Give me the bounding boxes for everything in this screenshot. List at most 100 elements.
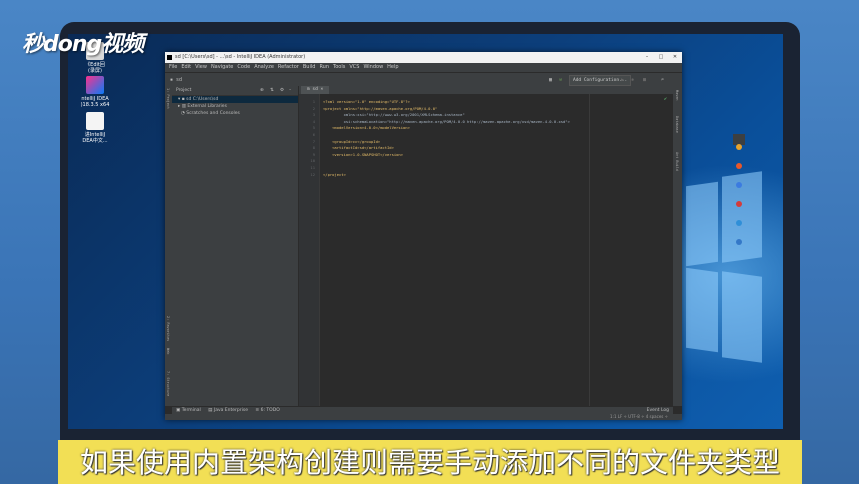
line-number: 9 bbox=[312, 151, 315, 157]
tab-favorites[interactable]: 2: Favorites bbox=[166, 316, 170, 341]
code-line: <?xml version="1.0" encoding="UTF-8"?> bbox=[323, 99, 410, 104]
status-info[interactable]: 1:1 LF ÷ UTF-8 ÷ 4 spaces ÷ bbox=[610, 414, 668, 420]
editor-tab[interactable]: m sd × bbox=[301, 86, 330, 94]
tab-structure[interactable]: 7: Structure bbox=[166, 371, 170, 396]
ie-icon[interactable] bbox=[736, 220, 742, 226]
terminal-icon: ▣ bbox=[176, 408, 181, 413]
collapse-icon[interactable]: ⇅ bbox=[270, 86, 274, 95]
build-icon[interactable]: ▦ bbox=[549, 73, 552, 87]
line-number-gutter: 1 2 3 4 5 6 7 8 9 10 11 12 bbox=[299, 94, 320, 406]
tree-item-external-libraries[interactable]: ▸ ▥ External Libraries bbox=[172, 103, 298, 110]
menu-item-edit[interactable]: Edit bbox=[181, 64, 191, 70]
tab-ant-build[interactable]: Ant Build bbox=[675, 152, 679, 171]
tree-item-scratches[interactable]: ◔ Scratches and Consoles bbox=[172, 110, 298, 117]
close-icon[interactable]: ✕ bbox=[668, 52, 682, 63]
editor-tab-bar: m sd × bbox=[299, 86, 673, 94]
firefox-icon[interactable] bbox=[736, 163, 742, 169]
menu-item-window[interactable]: Window bbox=[363, 64, 383, 70]
desktop-icon-intellij[interactable]: ntelliJ IDEA )18.3.5 x64 bbox=[72, 76, 118, 108]
video-frame: 《Edit回 (录屏) ntelliJ IDEA )18.3.5 x64 进In… bbox=[0, 0, 859, 484]
menu-item-tools[interactable]: Tools bbox=[333, 64, 345, 70]
tab-maven[interactable]: Maven bbox=[675, 90, 679, 101]
tree-item-label: External Libraries bbox=[187, 104, 227, 109]
locate-icon[interactable]: ⊕ bbox=[260, 86, 264, 95]
tree-item-project-root[interactable]: ▾ ▪ sd C:\Users\sd bbox=[172, 96, 298, 103]
tab-web[interactable]: Web bbox=[166, 348, 170, 354]
status-bar: 1:1 LF ÷ UTF-8 ÷ 4 spaces ÷ bbox=[165, 414, 682, 420]
project-panel: Project ⊕ ⇅ ⚙ – ▾ ▪ sd C:\Users\sd ▸ ▥ E… bbox=[172, 86, 299, 406]
gear-icon[interactable]: ⚙ bbox=[280, 86, 284, 95]
line-number: 1 bbox=[312, 99, 315, 104]
watermark-logo: 秒dong视频 bbox=[22, 32, 144, 57]
desktop-icon-label: 《Edit回 (录屏) bbox=[85, 62, 105, 74]
hammer-icon[interactable]: ⚒ bbox=[559, 73, 562, 87]
code-line: </project> bbox=[323, 171, 346, 177]
tab-database[interactable]: Database bbox=[675, 116, 679, 133]
right-tool-strip: Maven Database Ant Build bbox=[673, 86, 682, 406]
editor-tab-label: sd bbox=[312, 87, 318, 92]
library-icon: ▸ ▥ bbox=[178, 104, 188, 109]
intellij-icon bbox=[86, 76, 104, 94]
menu-item-help[interactable]: Help bbox=[387, 64, 398, 70]
menu-item-vcs[interactable]: VCS bbox=[349, 64, 359, 70]
code-line: xmlns:xsi="http://www.w3.org/2001/XMLSch… bbox=[323, 112, 465, 118]
line-number: 5 bbox=[312, 125, 315, 131]
stop-icon[interactable]: ■ bbox=[643, 73, 646, 87]
menu-item-code[interactable]: Code bbox=[237, 64, 250, 70]
line-number: 11 bbox=[310, 165, 315, 170]
run-icon[interactable]: ▶ bbox=[621, 73, 624, 87]
menu-item-view[interactable]: View bbox=[195, 64, 207, 70]
line-number: 10 bbox=[310, 158, 315, 164]
menu-bar: File Edit View Navigate Code Analyze Refactor B… bbox=[165, 63, 682, 72]
browser-preview-bar bbox=[733, 134, 745, 245]
opera-icon[interactable] bbox=[736, 201, 742, 207]
tab-todo[interactable]: 6: TODO bbox=[261, 408, 280, 413]
minimize-icon[interactable]: – bbox=[640, 52, 654, 63]
tab-java-enterprise[interactable]: Java Enterprise bbox=[214, 408, 248, 413]
window-title: sd [C:\Users\sd] - ...\sd - IntelliJ IDE… bbox=[175, 54, 306, 60]
hide-icon[interactable]: – bbox=[289, 86, 291, 95]
tree-item-label: sd C:\Users\sd bbox=[186, 97, 219, 102]
line-number: 8 bbox=[312, 145, 315, 151]
folder-icon: ▪ bbox=[170, 77, 174, 83]
code-line: <project xmlns="http://maven.apache.org/… bbox=[323, 105, 438, 111]
tab-project[interactable]: 1: Project bbox=[166, 88, 170, 109]
debug-icon[interactable]: ✱ bbox=[631, 73, 634, 87]
desktop-icon-label: 进IntelliJ DEA中文... bbox=[82, 132, 108, 144]
scratch-icon: ◔ bbox=[178, 111, 187, 116]
windows-logo-pane bbox=[722, 271, 762, 363]
tree-item-label: Scratches and Consoles bbox=[186, 111, 240, 116]
menu-item-navigate[interactable]: Navigate bbox=[211, 64, 233, 70]
tab-terminal[interactable]: Terminal bbox=[182, 408, 201, 413]
code-line: <version>1.0-SNAPSHOT</version> bbox=[323, 151, 404, 157]
line-number: 4 bbox=[312, 118, 315, 124]
windows-logo-pane bbox=[686, 181, 718, 267]
menu-item-analyze[interactable]: Analyze bbox=[254, 64, 274, 70]
inspection-ok-icon[interactable]: ✔ bbox=[664, 96, 667, 102]
line-number: 12 bbox=[310, 171, 315, 177]
windows-logo-pane bbox=[686, 267, 718, 353]
desktop-icon-file[interactable]: 进IntelliJ DEA中文... bbox=[72, 112, 118, 144]
menu-item-file[interactable]: File bbox=[169, 64, 177, 70]
menu-item-build[interactable]: Build bbox=[303, 64, 316, 70]
maximize-icon[interactable]: □ bbox=[654, 52, 668, 63]
breadcrumb-project[interactable]: sd bbox=[176, 77, 182, 83]
project-panel-title[interactable]: Project bbox=[176, 88, 191, 93]
code-line: <artifactId>sd</artifactId> bbox=[323, 145, 394, 151]
menu-item-run[interactable]: Run bbox=[319, 64, 329, 70]
java-enterprise-icon: ▤ bbox=[208, 408, 213, 413]
right-margin-guide bbox=[589, 94, 590, 406]
search-icon[interactable]: ⌕ bbox=[661, 73, 664, 87]
chrome-icon[interactable] bbox=[736, 144, 742, 150]
folder-icon: ▾ ▪ bbox=[178, 97, 187, 102]
line-number: 7 bbox=[312, 138, 315, 144]
code-line: <groupId>cc</groupId> bbox=[323, 138, 381, 144]
desktop-icon-label: ntelliJ IDEA )18.3.5 x64 bbox=[80, 96, 110, 108]
edge-icon[interactable] bbox=[736, 239, 742, 245]
menu-item-refactor[interactable]: Refactor bbox=[278, 64, 299, 70]
left-tool-strip: 1: Project 2: Favorites Web 7: Structure bbox=[165, 86, 172, 406]
safari-icon[interactable] bbox=[736, 182, 742, 188]
line-number: 2 bbox=[312, 105, 315, 111]
editor-area[interactable]: m sd × 1 2 3 4 5 6 7 8 9 10 11 12 <?xml version="1.… bbox=[299, 86, 745, 406]
project-panel-header: Project ⊕ ⇅ ⚙ – bbox=[172, 86, 298, 96]
